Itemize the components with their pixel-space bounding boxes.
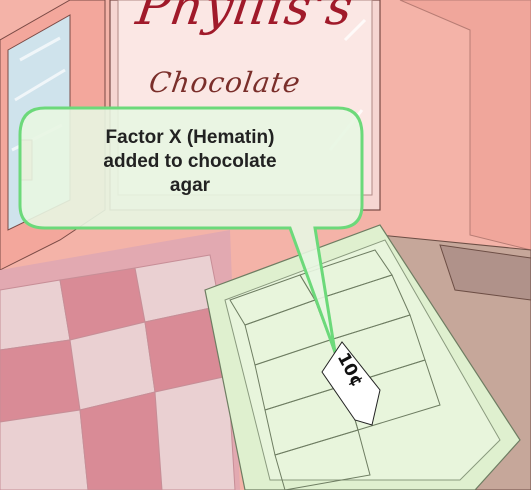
speech-bubble-line: Factor X (Hematin) — [105, 127, 275, 148]
chocolate-shop-scene: Phyllis's Chocolate Factor X (Hematin) a… — [0, 0, 531, 490]
shop-sign-name: Phyllis's — [132, 0, 358, 36]
shop-sign-subtitle: Chocolate — [147, 66, 303, 99]
speech-bubble-line: agar — [169, 175, 211, 196]
speech-bubble-line: added to chocolate — [103, 151, 277, 172]
speech-bubble-text: Factor X (Hematin) added to chocolate ag… — [40, 126, 340, 198]
checkered-floor — [0, 230, 240, 490]
